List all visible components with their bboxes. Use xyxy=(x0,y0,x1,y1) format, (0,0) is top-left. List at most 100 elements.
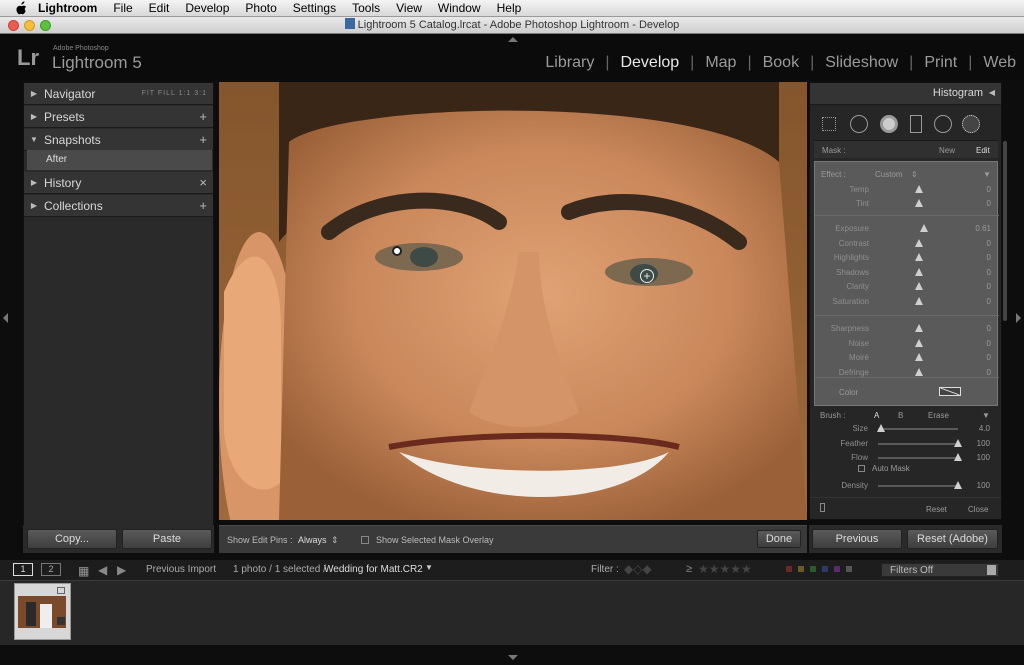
slider-value[interactable]: 0 xyxy=(987,368,991,377)
color-swatch[interactable] xyxy=(939,387,961,396)
histogram-header[interactable]: Histogram ◀ xyxy=(810,83,1001,105)
slider-thumb[interactable] xyxy=(915,199,923,207)
collapse-histogram-icon[interactable]: ◀ xyxy=(989,88,995,97)
color-label-filter[interactable] xyxy=(786,566,870,574)
primary-window-button[interactable]: 1 xyxy=(13,563,33,576)
slider-flow[interactable]: Flow 100 xyxy=(814,451,1004,465)
slider-value[interactable]: 0 xyxy=(987,185,991,194)
mask-new-button[interactable]: New xyxy=(939,146,955,155)
slider-highlights[interactable]: Highlights 0 xyxy=(815,251,1005,265)
slider-size[interactable]: Size 4.0 xyxy=(814,422,1004,436)
slider-shadows[interactable]: Shadows 0 xyxy=(815,266,1005,280)
add-snapshot-icon[interactable]: + xyxy=(199,132,207,147)
mask-overlay-checkbox[interactable] xyxy=(361,536,369,544)
slider-value[interactable]: 0.61 xyxy=(975,224,991,233)
forward-arrow-icon[interactable]: ▶ xyxy=(117,563,126,577)
clear-history-icon[interactable]: × xyxy=(199,175,207,190)
close-window-icon[interactable] xyxy=(8,20,19,31)
snapshot-item-after[interactable]: After xyxy=(27,150,212,170)
snapshots-header[interactable]: ▼ Snapshots + xyxy=(24,129,213,151)
add-preset-icon[interactable]: + xyxy=(199,109,207,124)
menu-tools[interactable]: Tools xyxy=(352,1,380,15)
menu-develop[interactable]: Develop xyxy=(185,1,229,15)
slider-value[interactable]: 0 xyxy=(987,239,991,248)
slider-clarity[interactable]: Clarity 0 xyxy=(815,280,1005,294)
slider-value[interactable]: 0 xyxy=(987,339,991,348)
slider-thumb[interactable] xyxy=(915,253,923,261)
slider-value[interactable]: 0 xyxy=(987,199,991,208)
slider-value[interactable]: 4.0 xyxy=(979,424,990,433)
slider-value[interactable]: 100 xyxy=(977,481,990,490)
slider-thumb[interactable] xyxy=(915,353,923,361)
menu-settings[interactable]: Settings xyxy=(293,1,336,15)
slider-thumb[interactable] xyxy=(915,324,923,332)
tool-close-button[interactable]: Close xyxy=(968,505,988,514)
slider-value[interactable]: 0 xyxy=(987,268,991,277)
slider-thumb[interactable] xyxy=(877,424,886,432)
module-develop[interactable]: Develop xyxy=(620,54,679,72)
red-eye-tool-icon[interactable] xyxy=(880,115,898,133)
slider-sharpness[interactable]: Sharpness 0 xyxy=(815,322,1005,336)
photo-canvas[interactable]: + xyxy=(219,82,807,520)
slider-value[interactable]: 0 xyxy=(987,282,991,291)
slider-thumb[interactable] xyxy=(915,267,923,276)
adjustment-pin[interactable] xyxy=(392,246,402,256)
filter-preset-dropdown[interactable]: Filters Off xyxy=(881,563,999,577)
top-panel-toggle-icon[interactable] xyxy=(508,37,518,42)
slider-value[interactable]: 100 xyxy=(977,439,990,448)
left-panel-toggle-icon[interactable] xyxy=(3,313,8,323)
slider-noise[interactable]: Noise 0 xyxy=(815,337,1005,351)
module-map[interactable]: Map xyxy=(705,54,736,72)
menu-view[interactable]: View xyxy=(396,1,422,15)
add-collection-icon[interactable]: + xyxy=(199,198,207,213)
apple-icon[interactable] xyxy=(14,1,28,15)
mask-edit-button[interactable]: Edit xyxy=(976,146,990,155)
paste-settings-button[interactable]: Paste xyxy=(122,529,212,549)
tool-overlay-switch-icon[interactable] xyxy=(820,503,825,512)
effect-preset-dropdown[interactable]: Custom xyxy=(875,170,903,179)
history-header[interactable]: ▶ History × xyxy=(24,172,213,194)
navigator-header[interactable]: ▶ Navigator FIT FILL 1:1 3:1 xyxy=(24,83,213,105)
slider-track[interactable] xyxy=(878,428,958,430)
flag-filter-icons[interactable]: ◆◇◆ xyxy=(624,562,652,576)
slider-moir[interactable]: Moiré 0 xyxy=(815,351,1005,365)
slider-density[interactable]: Density 100 xyxy=(814,479,1004,493)
secondary-window-button[interactable]: 2 xyxy=(41,563,61,576)
module-book[interactable]: Book xyxy=(763,54,799,72)
slider-thumb[interactable] xyxy=(954,453,962,461)
module-library[interactable]: Library xyxy=(545,54,594,72)
right-panel-toggle-icon[interactable] xyxy=(1016,313,1021,323)
current-filename[interactable]: Wedding for Matt.CR2 xyxy=(324,564,423,575)
slider-thumb[interactable] xyxy=(954,438,962,447)
slider-saturation[interactable]: Saturation 0 xyxy=(815,295,1005,309)
graduated-filter-icon[interactable] xyxy=(910,115,922,133)
brush-a-button[interactable]: A xyxy=(874,411,879,420)
slider-thumb[interactable] xyxy=(915,296,923,305)
reset-adobe-button[interactable]: Reset (Adobe) xyxy=(907,529,998,549)
zoom-window-icon[interactable] xyxy=(40,20,51,31)
collections-header[interactable]: ▶ Collections + xyxy=(24,195,213,217)
brush-erase-button[interactable]: Erase xyxy=(928,411,949,420)
slider-thumb[interactable] xyxy=(915,367,923,376)
slider-value[interactable]: 0 xyxy=(987,324,991,333)
slider-thumb[interactable] xyxy=(954,481,962,489)
done-button[interactable]: Done xyxy=(757,530,801,548)
slider-track[interactable] xyxy=(878,457,958,459)
slider-thumb[interactable] xyxy=(915,282,923,290)
crop-tool-icon[interactable] xyxy=(822,117,836,131)
slider-value[interactable]: 0 xyxy=(987,253,991,262)
auto-mask-checkbox[interactable] xyxy=(858,465,865,472)
previous-button[interactable]: Previous xyxy=(812,529,902,549)
right-panel-scrollbar[interactable] xyxy=(1003,141,1007,321)
tool-reset-button[interactable]: Reset xyxy=(926,505,947,514)
copy-settings-button[interactable]: Copy... xyxy=(27,529,117,549)
source-label[interactable]: Previous Import xyxy=(146,564,216,575)
navigator-zoom-options[interactable]: FIT FILL 1:1 3:1 xyxy=(142,90,207,97)
menu-help[interactable]: Help xyxy=(497,1,522,15)
filmstrip-thumbnail[interactable] xyxy=(14,583,71,640)
slider-thumb[interactable] xyxy=(915,238,923,247)
adjustment-brush-icon[interactable] xyxy=(962,115,980,133)
radial-filter-icon[interactable] xyxy=(934,115,952,133)
minimize-window-icon[interactable] xyxy=(24,20,35,31)
spot-removal-tool-icon[interactable] xyxy=(850,115,868,133)
